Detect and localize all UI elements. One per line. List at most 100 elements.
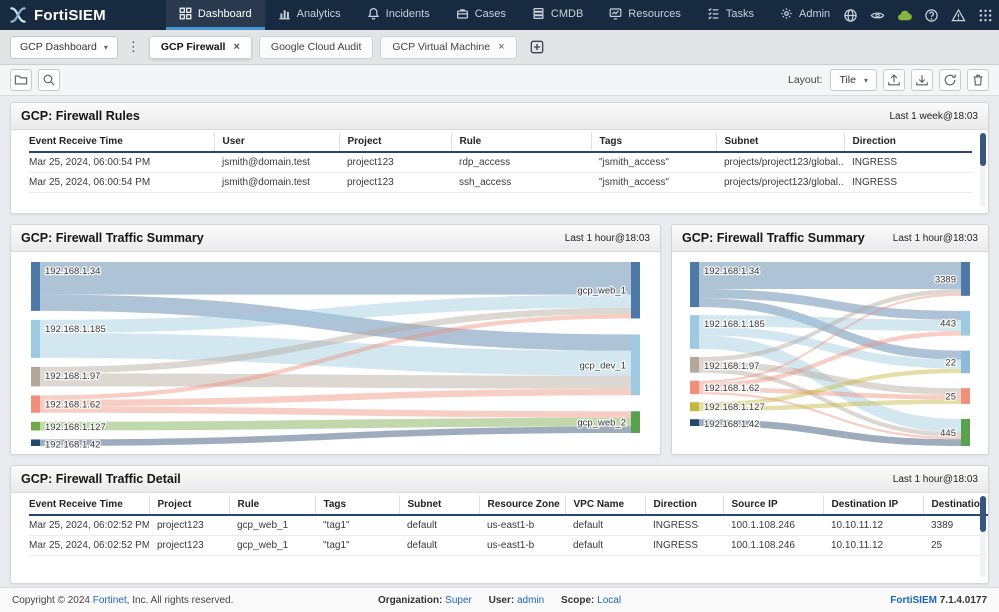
cell: INGRESS: [645, 515, 723, 536]
eye-icon[interactable]: [870, 8, 885, 23]
panel-traffic-detail: GCP: Firewall Traffic Detail Last 1 hour…: [10, 465, 989, 584]
column-header[interactable]: Subnet: [399, 495, 479, 515]
nav-analytics[interactable]: Analytics: [265, 0, 354, 30]
brand-name: FortiSIEM: [34, 7, 106, 24]
apps-icon[interactable]: [978, 8, 993, 23]
cell: 10.10.11.12: [823, 536, 923, 556]
cell: 100.1.108.246: [723, 536, 823, 556]
export-button[interactable]: [911, 69, 933, 91]
bell-icon: [367, 7, 380, 20]
tab-google-cloud-audit[interactable]: Google Cloud Audit: [259, 36, 373, 59]
cell: default: [399, 515, 479, 536]
search-icon: [42, 73, 56, 87]
cell: us-east1-b: [479, 536, 565, 556]
nav-dashboard[interactable]: Dashboard: [166, 0, 265, 30]
dashboard-selector[interactable]: GCP Dashboard ▾: [10, 36, 118, 59]
column-header[interactable]: Resource Zone: [479, 495, 565, 515]
tab-gcp-firewall[interactable]: GCP Firewall ×: [149, 36, 252, 59]
column-header[interactable]: Destination Port: [923, 495, 988, 515]
panel-title: GCP: Firewall Traffic Summary: [682, 231, 865, 245]
cell: rdp_access: [451, 152, 591, 173]
nav-cases[interactable]: Cases: [443, 0, 519, 30]
cell: project123: [149, 515, 229, 536]
table-row[interactable]: Mar 25, 2024, 06:00:54 PM jsmith@domain.…: [29, 152, 972, 173]
cell: project123: [339, 152, 451, 173]
refresh-button[interactable]: [939, 69, 961, 91]
cell: INGRESS: [844, 173, 972, 193]
table-row[interactable]: Mar 25, 2024, 06:00:54 PM jsmith@domain.…: [29, 173, 972, 193]
kebab-menu-icon[interactable]: ⋮: [125, 39, 142, 55]
cell: Mar 25, 2024, 06:00:54 PM: [29, 173, 214, 193]
server-icon: [532, 7, 545, 20]
sankey-chart[interactable]: 192.168.1.34192.168.1.185192.168.1.97192…: [690, 258, 970, 450]
close-icon[interactable]: ×: [498, 42, 504, 53]
detail-table-wrap: Event Receive Time Project Rule Tags Sub…: [11, 493, 988, 556]
svg-text:192.168.1.97: 192.168.1.97: [45, 371, 100, 382]
column-header[interactable]: VPC Name: [565, 495, 645, 515]
layout-label: Layout:: [788, 74, 822, 86]
column-header[interactable]: Rule: [229, 495, 315, 515]
column-header[interactable]: Subnet: [716, 132, 844, 152]
cell: gcp_web_1: [229, 515, 315, 536]
scrollbar-thumb[interactable]: [980, 133, 986, 166]
svg-text:443: 443: [940, 319, 956, 330]
nav-cmdb[interactable]: CMDB: [519, 0, 596, 30]
alert-icon[interactable]: [951, 8, 966, 23]
nav-incidents[interactable]: Incidents: [354, 0, 443, 30]
column-header[interactable]: Tags: [591, 132, 716, 152]
panel-time-range: Last 1 hour@18:03: [565, 233, 650, 244]
add-dashboard-button[interactable]: [530, 40, 544, 54]
svg-text:gcp_dev_1: gcp_dev_1: [580, 360, 626, 371]
layout-select[interactable]: Tile ▾: [830, 69, 877, 91]
svg-text:192.168.1.185: 192.168.1.185: [45, 324, 106, 335]
column-header[interactable]: User: [214, 132, 339, 152]
delete-button[interactable]: [967, 69, 989, 91]
upload-icon: [887, 73, 901, 87]
scrollbar[interactable]: [980, 496, 986, 577]
globe-icon[interactable]: [843, 8, 858, 23]
rules-header-row: Event Receive Time User Project Rule Tag…: [29, 132, 972, 152]
cell: projects/project123/global...: [716, 173, 844, 193]
column-header[interactable]: Tags: [315, 495, 399, 515]
cell: jsmith@domain.test: [214, 152, 339, 173]
column-header[interactable]: Direction: [645, 495, 723, 515]
open-dashboard-button[interactable]: [10, 69, 32, 91]
cell: INGRESS: [844, 152, 972, 173]
fortisiem-link[interactable]: FortiSIEM: [890, 595, 937, 606]
scrollbar[interactable]: [980, 133, 986, 207]
column-header[interactable]: Destination IP: [823, 495, 923, 515]
cell: INGRESS: [645, 536, 723, 556]
brand: FortiSIEM: [8, 0, 106, 30]
tab-label: GCP Virtual Machine: [392, 41, 490, 53]
column-header[interactable]: Source IP: [723, 495, 823, 515]
table-row[interactable]: Mar 25, 2024, 06:02:52 PM project123 gcp…: [29, 536, 988, 556]
scrollbar-thumb[interactable]: [980, 496, 986, 532]
table-row[interactable]: Mar 25, 2024, 06:02:52 PM project123 gcp…: [29, 515, 988, 536]
cell: Mar 25, 2024, 06:02:52 PM: [29, 536, 149, 556]
nav-admin[interactable]: Admin: [767, 0, 843, 30]
help-icon[interactable]: [924, 8, 939, 23]
tab-gcp-virtual-machine[interactable]: GCP Virtual Machine ×: [380, 36, 516, 59]
nav-label: Dashboard: [198, 8, 252, 20]
svg-text:192.168.1.34: 192.168.1.34: [45, 266, 100, 277]
column-header[interactable]: Direction: [844, 132, 972, 152]
column-header[interactable]: Event Receive Time: [29, 495, 149, 515]
fortinet-link[interactable]: Fortinet: [93, 595, 127, 606]
import-button[interactable]: [883, 69, 905, 91]
svg-text:gcp_web_2: gcp_web_2: [577, 418, 626, 429]
briefcase-icon: [456, 7, 469, 20]
column-header[interactable]: Project: [149, 495, 229, 515]
close-icon[interactable]: ×: [233, 42, 239, 53]
column-header[interactable]: Rule: [451, 132, 591, 152]
column-header[interactable]: Event Receive Time: [29, 132, 214, 152]
nav-resources[interactable]: Resources: [596, 0, 694, 30]
chevron-down-icon: ▾: [864, 76, 868, 85]
cell: 25: [923, 536, 988, 556]
cloud-icon[interactable]: [897, 8, 912, 23]
sankey-chart[interactable]: 192.168.1.34192.168.1.185192.168.1.97192…: [31, 258, 640, 450]
search-button[interactable]: [38, 69, 60, 91]
cell: Mar 25, 2024, 06:02:52 PM: [29, 515, 149, 536]
detail-table: Event Receive Time Project Rule Tags Sub…: [29, 495, 988, 556]
column-header[interactable]: Project: [339, 132, 451, 152]
nav-tasks[interactable]: Tasks: [694, 0, 767, 30]
